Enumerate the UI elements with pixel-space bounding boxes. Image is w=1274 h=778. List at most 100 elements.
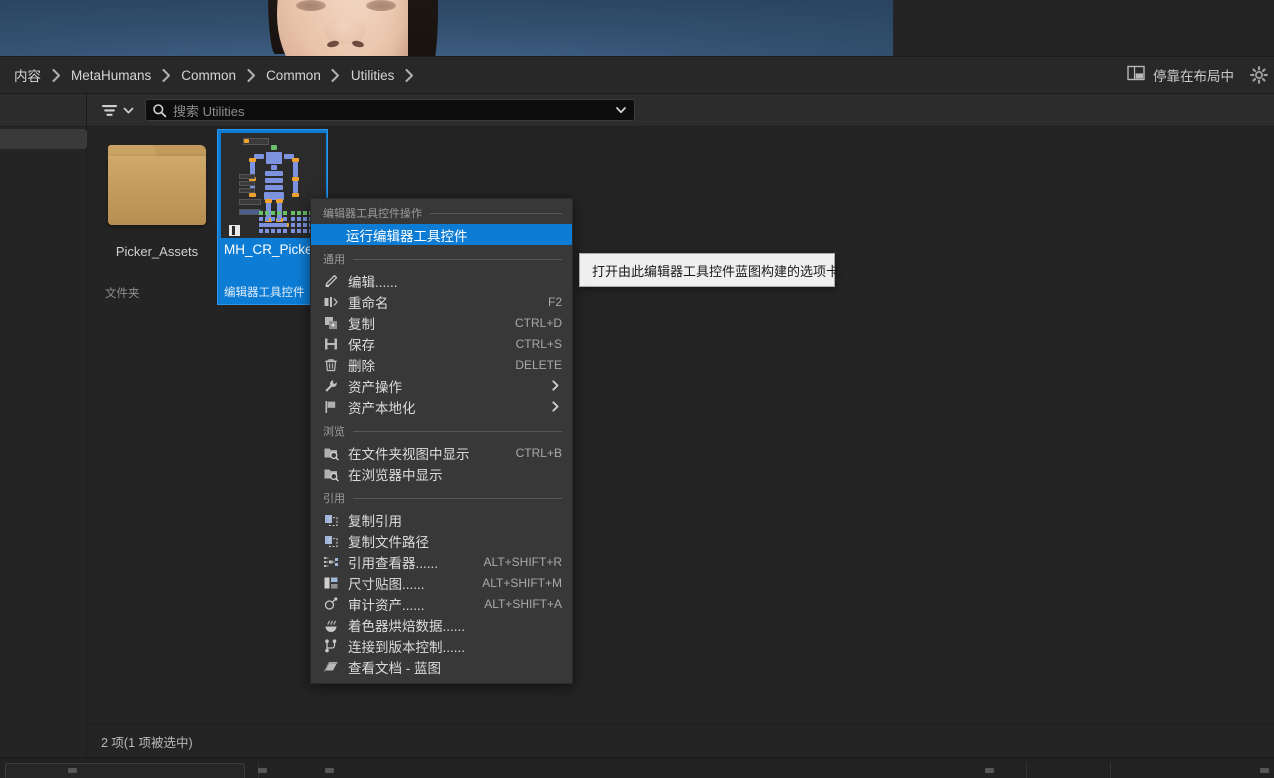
status-glyph (258, 768, 267, 773)
section-divider (353, 258, 562, 260)
source-control-icon (323, 638, 339, 654)
breadcrumb-item-1[interactable]: MetaHumans (67, 66, 155, 85)
section-label: 通用 (323, 254, 345, 266)
save-icon (323, 336, 339, 352)
folder-thumbnail (102, 133, 212, 236)
dock-in-layout-button[interactable]: 停靠在布局中 (1121, 62, 1240, 89)
menu-item-asset-actions[interactable]: 资产操作 (311, 375, 572, 396)
asset-tile-name: Picker_Assets (115, 244, 199, 259)
menu-item-size-map[interactable]: 尺寸贴图...... ALT+SHIFT+M (311, 572, 572, 593)
status-glyph (325, 768, 334, 773)
status-separator (1026, 762, 1027, 778)
sources-panel-header (0, 94, 86, 127)
gear-icon[interactable] (1250, 66, 1268, 84)
filters-button[interactable] (101, 103, 135, 118)
menu-item-shortcut: CTRL+B (515, 445, 562, 460)
menu-item-audit-assets[interactable]: 审计资产...... ALT+SHIFT+A (311, 593, 572, 614)
menu-item-edit[interactable]: 编辑...... (311, 270, 572, 291)
menu-item-shortcut: CTRL+S (515, 336, 562, 351)
audit-assets-icon (323, 596, 339, 612)
chevron-right-icon (45, 65, 67, 85)
rename-icon (323, 294, 339, 310)
asset-tile-type: 文件夹 (105, 288, 140, 300)
breadcrumb-item-0[interactable]: 内容 (10, 63, 45, 87)
menu-item-delete[interactable]: 删除 DELETE (311, 354, 572, 375)
folder-icon (108, 144, 206, 225)
copy-path-icon (323, 533, 339, 549)
search-icon (152, 103, 167, 118)
menu-item-label: 审计资产...... (348, 597, 425, 613)
chevron-right-icon (240, 65, 262, 85)
section-label: 引用 (323, 493, 345, 505)
trash-icon (323, 357, 339, 373)
context-menu-section-header: 编辑器工具控件操作 (311, 199, 572, 224)
menu-item-label: 重命名 (348, 295, 389, 311)
search-input-placeholder: 搜索 Utilities (173, 103, 245, 119)
menu-item-connect-to-source-control[interactable]: 连接到版本控制...... (311, 635, 572, 656)
breadcrumb-bar: 内容 MetaHumans Common Common Utilities 停靠… (0, 56, 1274, 94)
breadcrumb-item-4[interactable]: Utilities (347, 66, 399, 85)
menu-item-shortcut: ALT+SHIFT+R (483, 554, 562, 569)
menu-item-reference-viewer[interactable]: 引用查看器...... ALT+SHIFT+R (311, 551, 572, 572)
viewport-background (0, 0, 893, 56)
menu-item-label: 着色器烘焙数据...... (348, 618, 466, 634)
metahuman-hair-right (408, 0, 438, 56)
flag-icon (323, 399, 339, 415)
metahuman-eye-right (366, 0, 396, 11)
menu-item-duplicate[interactable]: 复制 CTRL+D (311, 312, 572, 333)
metahuman-nose (324, 18, 366, 44)
chevron-down-icon[interactable] (614, 103, 628, 117)
section-label: 编辑器工具控件操作 (323, 208, 422, 220)
menu-item-shortcut: CTRL+D (514, 315, 562, 330)
menu-item-shader-cook-statistics[interactable]: 着色器烘焙数据...... (311, 614, 572, 635)
copy-reference-icon (323, 512, 339, 528)
menu-item-label: 资产操作 (348, 379, 402, 395)
context-menu-section-header: 浏览 (311, 417, 572, 442)
menu-item-run-editor-utility-widget[interactable]: 运行编辑器工具控件 (311, 224, 572, 245)
breadcrumb-item-2[interactable]: Common (177, 66, 240, 85)
chevron-right-icon (549, 379, 562, 392)
status-glyph (1260, 768, 1269, 773)
chevron-right-icon (549, 400, 562, 413)
menu-item-copy-file-path[interactable]: 复制文件路径 (311, 530, 572, 551)
menu-item-copy-reference[interactable]: 复制引用 (311, 509, 572, 530)
menu-item-rename[interactable]: 重命名 F2 (311, 291, 572, 312)
breadcrumb: 内容 MetaHumans Common Common Utilities (0, 63, 420, 87)
menu-item-show-in-folder-view[interactable]: 在文件夹视图中显示 CTRL+B (311, 442, 572, 463)
asset-grid: Picker_Assets 文件夹 MH_CR_Picker 编辑器工具控件 (87, 127, 1274, 724)
filter-icon (101, 103, 118, 118)
menu-item-save[interactable]: 保存 CTRL+S (311, 333, 572, 354)
tooltip: 打开由此编辑器工具控件蓝图构建的选项卡。 (579, 253, 852, 287)
viewport-side-filler (893, 0, 1274, 56)
asset-tile-folder[interactable]: Picker_Assets 文件夹 (102, 133, 212, 301)
unreal-editor-window: 内容 MetaHumans Common Common Utilities 停靠… (0, 0, 1274, 778)
menu-item-label: 保存 (348, 337, 375, 353)
item-count-label: 2 项(1 项被选中) (101, 735, 193, 750)
breadcrumb-item-3[interactable]: Common (262, 66, 325, 85)
command-console-input[interactable] (5, 763, 245, 778)
dock-in-layout-label: 停靠在布局中 (1153, 69, 1234, 84)
level-viewport[interactable] (0, 0, 893, 56)
duplicate-icon (323, 315, 339, 331)
status-separator (1110, 762, 1111, 778)
content-browser: 搜索 Utilities Picker_Assets 文件夹 MH_CR_Pic… (87, 94, 1274, 757)
menu-item-view-documentation-blueprint[interactable]: 查看文档 - 蓝图 (311, 656, 572, 677)
folder-search-icon (323, 445, 339, 461)
menu-item-label: 在浏览器中显示 (348, 467, 443, 483)
section-divider (353, 430, 562, 432)
context-menu-section-header: 通用 (311, 245, 572, 270)
sources-panel-selected-row[interactable] (0, 129, 87, 149)
asset-tile-name: MH_CR_Picker (224, 242, 318, 257)
breadcrumb-right-controls: 停靠在布局中 (1121, 62, 1274, 89)
asset-context-menu[interactable]: 编辑器工具控件操作 运行编辑器工具控件 通用 编辑...... 重命名 F2 复… (310, 198, 573, 684)
context-menu-section-header: 引用 (311, 484, 572, 509)
menu-item-asset-localization[interactable]: 资产本地化 (311, 396, 572, 417)
section-divider (353, 497, 562, 499)
reference-viewer-icon (323, 554, 339, 570)
menu-item-show-in-explorer[interactable]: 在浏览器中显示 (311, 463, 572, 484)
search-input[interactable]: 搜索 Utilities (145, 99, 635, 121)
menu-item-label: 查看文档 - 蓝图 (348, 660, 441, 676)
chevron-down-icon (122, 104, 135, 117)
sources-panel[interactable] (0, 94, 87, 757)
size-map-icon (323, 575, 339, 591)
